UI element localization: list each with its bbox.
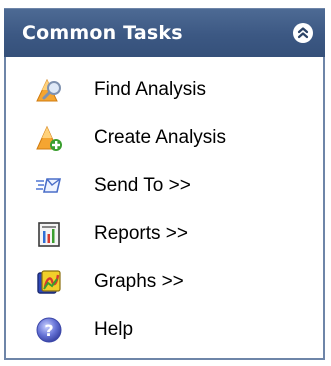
task-label: Graphs >> xyxy=(94,271,184,292)
task-graphs[interactable]: Graphs >> xyxy=(6,258,323,306)
panel-title: Common Tasks xyxy=(22,22,183,44)
task-label: Reports >> xyxy=(94,223,188,244)
collapse-button[interactable] xyxy=(293,23,313,43)
panel-header[interactable]: Common Tasks xyxy=(4,8,325,57)
task-reports[interactable]: Reports >> xyxy=(6,210,323,258)
double-chevron-up-icon xyxy=(297,27,309,39)
svg-text:?: ? xyxy=(44,321,53,340)
task-label: Find Analysis xyxy=(94,79,206,100)
task-list: Find Analysis Create Analysis Send To >>… xyxy=(6,66,323,354)
send-to-icon xyxy=(34,171,64,201)
create-analysis-icon xyxy=(34,123,64,153)
common-tasks-panel: Common Tasks Find Analysis Create Analys… xyxy=(4,8,325,360)
task-find-analysis[interactable]: Find Analysis xyxy=(6,66,323,114)
task-label: Send To >> xyxy=(94,175,191,196)
task-create-analysis[interactable]: Create Analysis xyxy=(6,114,323,162)
find-analysis-icon xyxy=(34,75,64,105)
task-help[interactable]: ? Help xyxy=(6,306,323,354)
help-icon: ? xyxy=(34,315,64,345)
task-label: Help xyxy=(94,319,134,340)
task-send-to[interactable]: Send To >> xyxy=(6,162,323,210)
task-label: Create Analysis xyxy=(94,127,227,148)
reports-icon xyxy=(34,219,64,249)
graphs-icon xyxy=(34,267,64,297)
